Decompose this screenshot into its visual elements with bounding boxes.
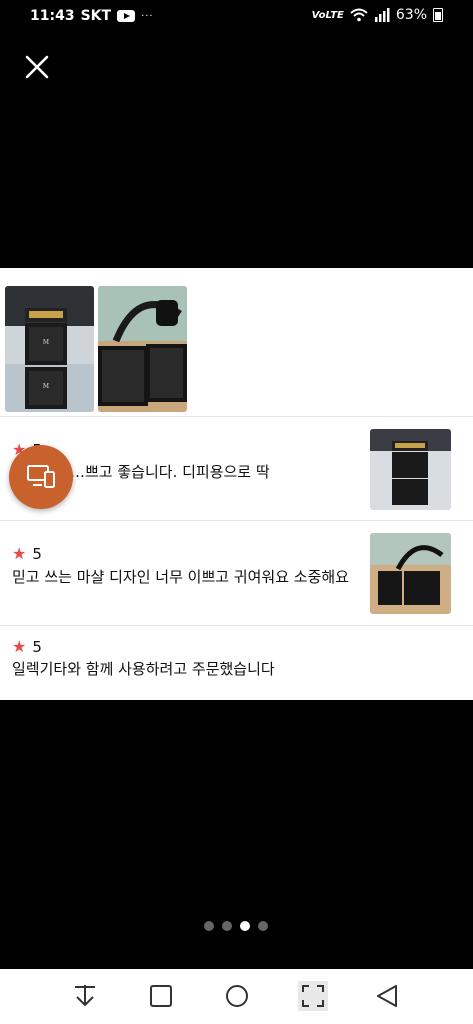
close-button[interactable] (22, 52, 52, 82)
rating-score: 5 (32, 638, 42, 656)
battery-icon (433, 8, 443, 22)
page-dot[interactable] (258, 921, 268, 931)
close-icon (25, 55, 49, 79)
devices-icon (27, 465, 55, 488)
page-dot[interactable] (204, 921, 214, 931)
battery-percent: 63% (395, 7, 427, 23)
square-icon (150, 985, 172, 1007)
recent-apps-button[interactable] (146, 981, 176, 1011)
review-item[interactable]: ★ 5 일렉기타와 함께 사용하려고 주문했습니다 (0, 626, 473, 700)
status-bar: 11:43 SKT ··· VoLTE 63% (0, 0, 473, 32)
status-left: 11:43 SKT ··· (30, 8, 154, 24)
headphones-amp-thumbnail (370, 533, 451, 614)
wifi-icon (350, 8, 368, 22)
review-thumbnail[interactable] (370, 533, 451, 614)
review-text: 일렉기타와 함께 사용하려고 주문했습니다 (12, 660, 275, 678)
youtube-icon (117, 10, 136, 22)
review-photo[interactable] (98, 286, 187, 412)
svg-text:M: M (43, 339, 49, 346)
review-thumbnail[interactable] (370, 429, 451, 510)
headphones-amp-photo (98, 286, 187, 412)
review-item[interactable]: ★ 5 믿고 쓰는 마샬 디자인 너무 이쁘고 귀여워요 소중해요 (0, 521, 473, 625)
rating-score: 5 (32, 545, 42, 563)
screen-capture-button[interactable] (298, 981, 328, 1011)
review-text: …쁘고 좋습니다. 디피용으로 딱 (70, 463, 270, 481)
status-carrier: SKT (80, 8, 112, 24)
system-navigation-bar (0, 969, 473, 1024)
status-time: 11:43 (30, 8, 75, 24)
status-right: VoLTE 63% (312, 7, 443, 23)
review-rating: ★ 5 (12, 638, 42, 656)
amp-stack-thumbnail (370, 429, 451, 510)
page-indicator (204, 921, 268, 931)
star-icon: ★ (12, 637, 27, 656)
floating-devices-button[interactable] (9, 445, 73, 509)
home-button[interactable] (222, 981, 252, 1011)
review-photo-strip: M M (5, 286, 187, 412)
amp-stack-photo: M M (5, 286, 94, 412)
download-icon (75, 985, 95, 1007)
review-text: 믿고 쓰는 마샬 디자인 너무 이쁘고 귀여워요 소중해요 (12, 568, 349, 586)
more-notifications-icon: ··· (141, 10, 154, 22)
screen-capture-icon (298, 981, 328, 1011)
star-icon: ★ (12, 544, 27, 563)
page-dot[interactable] (222, 921, 232, 931)
review-photo-viewer: 11:43 SKT ··· VoLTE 63% M M ★ …쁘고 좋습니다. … (0, 0, 473, 1024)
svg-text:M: M (43, 383, 49, 390)
page-dot-active[interactable] (240, 921, 250, 931)
back-button[interactable] (372, 981, 402, 1011)
download-button[interactable] (70, 981, 100, 1011)
review-photo[interactable]: M M (5, 286, 94, 412)
back-triangle-icon (377, 985, 397, 1007)
signal-icon (374, 8, 390, 22)
circle-icon (226, 985, 248, 1007)
review-rating: ★ 5 (12, 545, 42, 563)
volte-icon: VoLTE (311, 9, 344, 21)
